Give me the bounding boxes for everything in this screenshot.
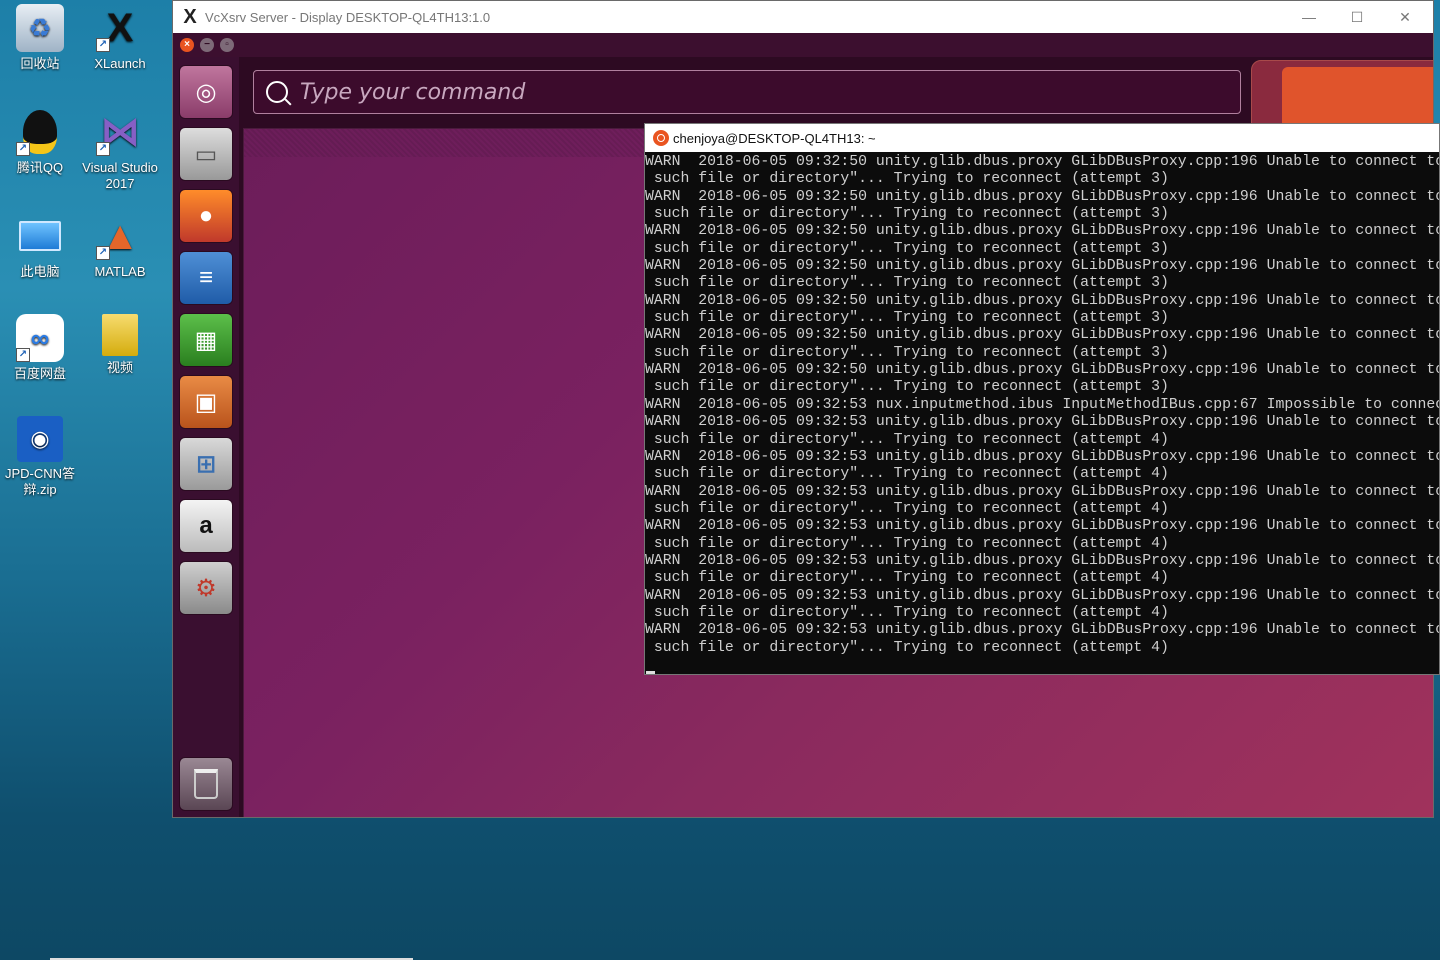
desktop-icon-qq[interactable]: ↗ 腾讯QQ [0,108,80,176]
files-icon[interactable]: ▭ [179,127,233,181]
terminal-output[interactable]: WARN 2018-06-05 09:32:50 unity.glib.dbus… [645,152,1439,657]
dash-minimize-icon[interactable]: − [200,38,214,52]
terminal-line: such file or directory"... Trying to rec… [645,310,1169,327]
firefox-icon[interactable]: ● [179,189,233,243]
terminal-line: WARN 2018-06-05 09:32:50 unity.glib.dbus… [645,223,1439,240]
dash-maximize-icon[interactable]: ▫ [220,38,234,52]
shortcut-arrow-icon: ↗ [96,142,110,156]
terminal-line: such file or directory"... Trying to rec… [645,535,1169,552]
ubuntu-topbar: × − ▫ [173,33,1433,57]
search-input[interactable] [300,79,1200,105]
recycle-bin-icon: ♻ [16,4,64,52]
terminal-line: such file or directory"... Trying to rec… [645,275,1169,292]
desktop-icon-baidu-netdisk[interactable]: ∞ ↗ 百度网盘 [0,314,80,382]
terminal-line: WARN 2018-06-05 09:32:50 unity.glib.dbus… [645,154,1439,170]
unity-launcher: ◎ ▭ ● ≡ ▦ ▣ ⊞ a ⚙ [173,57,239,817]
terminal-line: WARN 2018-06-05 09:32:53 unity.glib.dbus… [645,518,1439,535]
terminal-line: such file or directory"... Trying to rec… [645,500,1169,517]
xlaunch-icon: X ↗ [96,4,144,52]
terminal-line: WARN 2018-06-05 09:32:50 unity.glib.dbus… [645,258,1439,275]
zip-archive-icon: ◉ [17,416,63,462]
terminal-line: such file or directory"... Trying to rec… [645,604,1169,621]
shortcut-arrow-icon: ↗ [16,142,30,156]
video-folder-icon [102,314,138,356]
writer-icon[interactable]: ≡ [179,251,233,305]
terminal-cursor [646,671,655,674]
vcxsrv-title: VcXsrv Server - Display DESKTOP-QL4TH13:… [205,9,491,25]
desktop-icon-xlaunch[interactable]: X ↗ XLaunch [80,4,160,72]
terminal-line: WARN 2018-06-05 09:32:50 unity.glib.dbus… [645,327,1439,344]
terminal-title: chenjoya@DESKTOP-QL4TH13: ~ [673,130,876,146]
this-pc-icon [16,212,64,260]
software-center-icon[interactable]: ⊞ [179,437,233,491]
terminal-line: such file or directory"... Trying to rec… [645,379,1169,396]
vcxsrv-titlebar[interactable]: X VcXsrv Server - Display DESKTOP-QL4TH1… [173,1,1433,33]
terminal-line: WARN 2018-06-05 09:32:53 unity.glib.dbus… [645,622,1439,639]
terminal-line: such file or directory"... Trying to rec… [645,466,1169,483]
ubuntu-dash-icon[interactable]: ◎ [179,65,233,119]
terminal-line: WARN 2018-06-05 09:32:53 unity.glib.dbus… [645,414,1439,431]
ubuntu-logo-icon [653,130,669,146]
terminal-line: such file or directory"... Trying to rec… [645,171,1169,188]
amazon-icon[interactable]: a [179,499,233,553]
desktop-icon-visual-studio[interactable]: ⋈ ↗ Visual Studio 2017 [80,108,160,192]
desktop-icon-zip[interactable]: ◉ JPD-CNN答辩.zip [0,416,80,498]
close-button[interactable]: ✕ [1381,1,1429,33]
terminal-line: WARN 2018-06-05 09:32:50 unity.glib.dbus… [645,292,1439,309]
matlab-icon: ▲ ↗ [96,212,144,260]
terminal-line: WARN 2018-06-05 09:32:53 unity.glib.dbus… [645,483,1439,500]
dash-search-bar[interactable] [253,70,1241,114]
search-icon [266,81,288,103]
terminal-titlebar[interactable]: chenjoya@DESKTOP-QL4TH13: ~ [645,124,1439,152]
desktop-icon-recycle-bin[interactable]: ♻ 回收站 [0,4,80,72]
terminal-line: WARN 2018-06-05 09:32:50 unity.glib.dbus… [645,362,1439,379]
terminal-line: such file or directory"... Trying to rec… [645,431,1169,448]
impress-icon[interactable]: ▣ [179,375,233,429]
x-logo-icon: X [183,6,197,28]
shortcut-arrow-icon: ↗ [96,246,110,260]
system-settings-icon[interactable]: ⚙ [179,561,233,615]
maximize-button[interactable]: ☐ [1333,1,1381,33]
visual-studio-icon: ⋈ ↗ [96,108,144,156]
terminal-line: such file or directory"... Trying to rec… [645,206,1169,223]
terminal-line: WARN 2018-06-05 09:32:53 unity.glib.dbus… [645,587,1439,604]
qq-penguin-icon: ↗ [16,108,64,156]
shortcut-arrow-icon: ↗ [16,348,30,362]
terminal-line: such file or directory"... Trying to rec… [645,570,1169,587]
dash-close-icon[interactable]: × [180,38,194,52]
terminal-line: WARN 2018-06-05 09:32:53 nux.inputmethod… [645,396,1439,413]
dash-preview-panel [1251,60,1433,128]
terminal-line: such file or directory"... Trying to rec… [645,639,1169,656]
terminal-line: such file or directory"... Trying to rec… [645,240,1169,257]
shortcut-arrow-icon: ↗ [96,38,110,52]
desktop-icon-video-folder[interactable]: 视频 [80,314,160,376]
minimize-button[interactable]: — [1285,1,1333,33]
terminal-line: WARN 2018-06-05 09:32:53 unity.glib.dbus… [645,448,1439,465]
trash-icon[interactable] [179,757,233,811]
baidu-netdisk-icon: ∞ ↗ [16,314,64,362]
calc-icon[interactable]: ▦ [179,313,233,367]
terminal-line: such file or directory"... Trying to rec… [645,344,1169,361]
terminal-window[interactable]: chenjoya@DESKTOP-QL4TH13: ~ WARN 2018-06… [644,123,1440,675]
desktop-icon-matlab[interactable]: ▲ ↗ MATLAB [80,212,160,280]
desktop-icon-this-pc[interactable]: 此电脑 [0,212,80,280]
terminal-line: WARN 2018-06-05 09:32:50 unity.glib.dbus… [645,188,1439,205]
terminal-line: WARN 2018-06-05 09:32:53 unity.glib.dbus… [645,552,1439,569]
